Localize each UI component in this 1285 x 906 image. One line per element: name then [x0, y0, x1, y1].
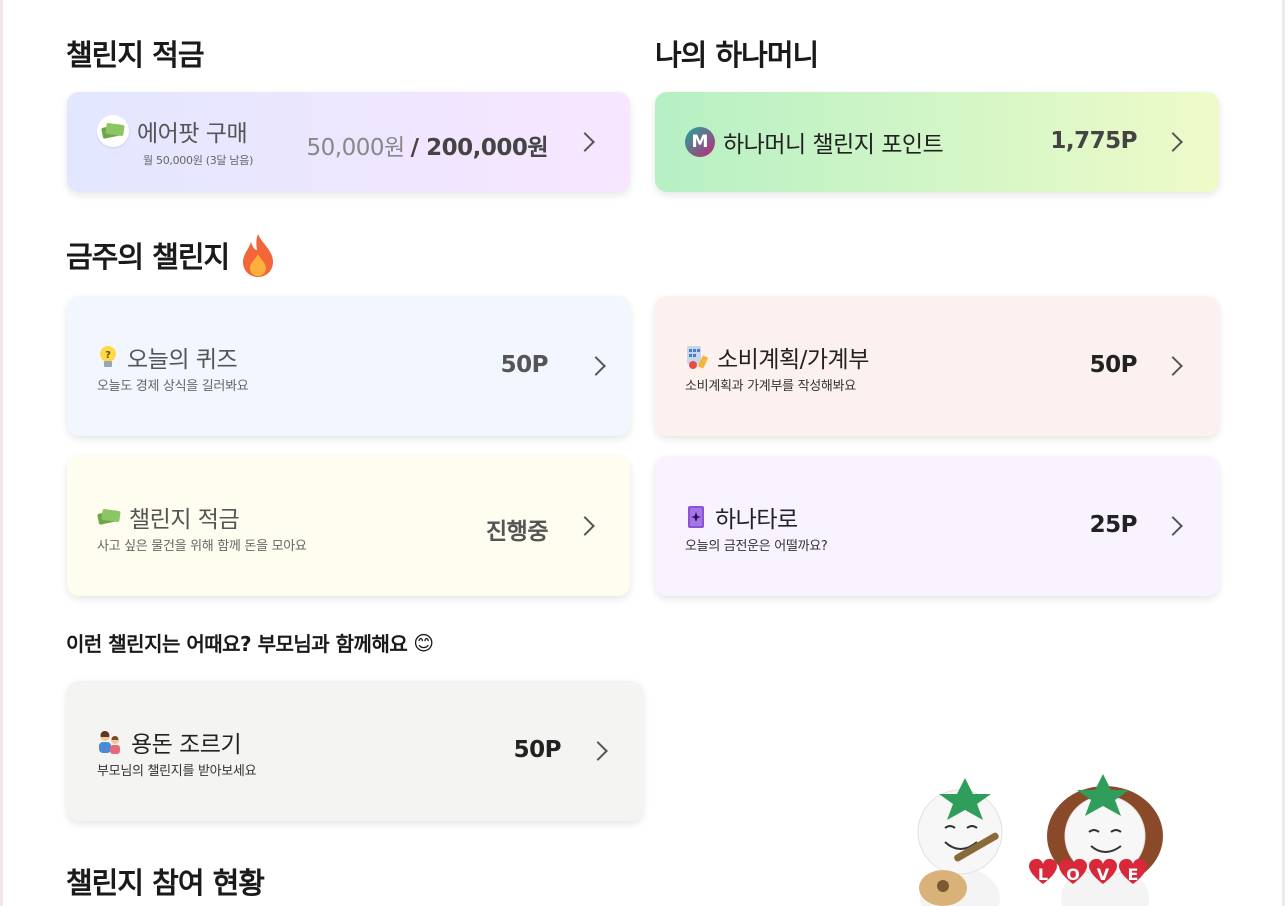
tarot-points: 25P: [1089, 512, 1138, 538]
allowance-points: 50P: [513, 737, 562, 763]
tarot-desc: 오늘의 금전운은 어떨까요?: [685, 539, 828, 554]
weekly-challenge-title: 금주의 챌린지: [66, 232, 277, 278]
lightbulb-icon: ?: [100, 346, 116, 367]
chevron-right-icon: [588, 741, 608, 761]
money-icon: [97, 115, 129, 147]
love-letter-o: O: [1066, 865, 1080, 884]
savings-current-amount: 50,000원: [306, 135, 406, 161]
weekly-card-savings[interactable]: 챌린지 적금 사고 싶은 물건을 위해 함께 돈을 모아요 진행중: [67, 456, 630, 596]
tarot-title: 하나타로: [715, 507, 798, 533]
mascot-couple-illustration: L O V E: [917, 774, 1163, 906]
savings-challenge-status: 진행중: [486, 519, 548, 545]
budget-desc: 소비계획과 가계부를 작성해봐요: [685, 379, 856, 394]
smile-emoji-icon: 😊: [413, 630, 434, 655]
weekly-card-tarot[interactable]: 하나타로 오늘의 금전운은 어떨까요? 25P: [655, 456, 1219, 596]
chevron-right-icon: [1163, 356, 1183, 376]
allowance-desc: 부모님의 챌린지를 받아보세요: [97, 764, 257, 779]
chevron-right-icon: [586, 356, 606, 376]
savings-target-amount: / 200,000원: [410, 135, 549, 161]
allowance-request-card[interactable]: 용돈 조르기 부모님의 챌린지를 받아보세요 50P: [67, 681, 643, 821]
parent-challenge-title: 이런 챌린지는 어때요? 부모님과 함께해요 😊: [66, 630, 434, 657]
quiz-points: 50P: [500, 352, 549, 378]
savings-challenge-title: 챌린지 적금: [129, 507, 240, 533]
hana-money-section-title: 나의 하나머니: [655, 38, 819, 72]
chevron-right-icon: [1163, 132, 1183, 152]
money-icon: [97, 505, 121, 529]
hana-money-points: 1,775P: [1050, 128, 1137, 154]
hana-money-card[interactable]: M 하나머니 챌린지 포인트 1,775P: [655, 92, 1219, 192]
participation-status-title: 챌린지 참여 현황: [66, 866, 265, 900]
love-letter-l: L: [1038, 865, 1048, 884]
chevron-right-icon: [575, 132, 595, 152]
quiz-desc: 오늘도 경제 상식을 길러봐요: [97, 379, 249, 394]
savings-section-title: 챌린지 적금: [66, 38, 204, 72]
page-edge: [0, 0, 3, 906]
parent-child-icon: [99, 731, 120, 754]
tarot-card-icon: [688, 506, 704, 528]
chevron-right-icon: [575, 516, 595, 536]
weekly-card-budget[interactable]: 소비계획/가계부 소비계획과 가계부를 작성해봐요 50P: [655, 296, 1219, 436]
allowance-title: 용돈 조르기: [131, 732, 242, 758]
chevron-right-icon: [1163, 516, 1183, 536]
hana-money-title: 하나머니 챌린지 포인트: [723, 132, 944, 158]
weekly-card-quiz[interactable]: ? 오늘의 퀴즈 오늘도 경제 상식을 길러봐요 50P: [67, 296, 630, 436]
calculator-icon: [687, 346, 708, 369]
savings-challenge-desc: 사고 싶은 물건을 위해 함께 돈을 모아요: [97, 539, 307, 554]
hana-money-icon: M: [685, 127, 715, 157]
budget-title: 소비계획/가계부: [717, 347, 869, 373]
savings-goal-title: 에어팟 구매: [137, 121, 248, 147]
savings-goal-card[interactable]: 에어팟 구매 월 50,000원 (3달 남음) 50,000원 / 200,0…: [67, 92, 630, 192]
love-letter-e: E: [1128, 865, 1139, 884]
budget-points: 50P: [1089, 352, 1138, 378]
savings-goal-desc: 월 50,000원 (3달 남음): [143, 154, 254, 167]
fire-icon: [243, 234, 274, 277]
svg-text:?: ?: [105, 350, 111, 361]
quiz-title: 오늘의 퀴즈: [127, 347, 238, 373]
savings-goal-progress: 50,000원 / 200,000원: [306, 128, 549, 162]
love-letter-v: V: [1097, 865, 1110, 884]
